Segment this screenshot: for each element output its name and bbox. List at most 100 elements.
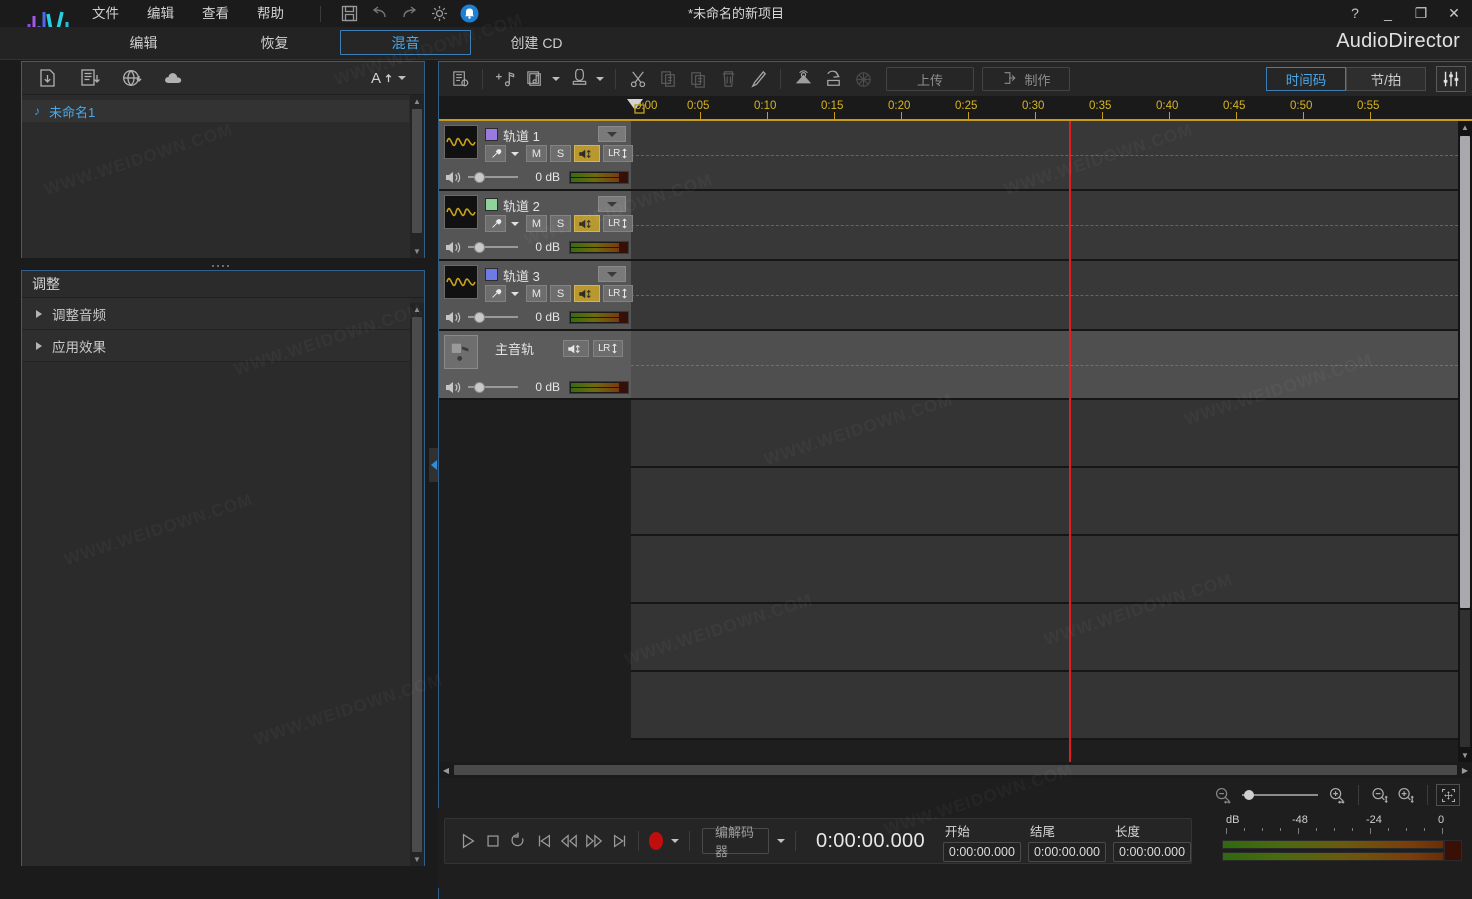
current-time-display[interactable]: 0:00:00.000 xyxy=(816,830,925,853)
track-lane-1[interactable] xyxy=(631,121,1458,191)
minimize-button[interactable]: _ xyxy=(1380,0,1396,27)
chevron-down-icon[interactable] xyxy=(511,151,519,156)
master-volume-speaker-icon[interactable] xyxy=(445,380,462,395)
track-solo-button[interactable]: S xyxy=(550,215,571,232)
empty-lane[interactable] xyxy=(631,468,1458,536)
save-icon[interactable] xyxy=(340,4,359,23)
record-target-icon[interactable] xyxy=(564,66,594,92)
export-track-icon[interactable] xyxy=(818,66,848,92)
import-from-list-icon[interactable] xyxy=(78,67,103,89)
add-audio-track-icon[interactable] xyxy=(490,66,520,92)
go-to-end-button[interactable] xyxy=(607,826,632,856)
timecode-mode-button[interactable]: 时间码 xyxy=(1266,67,1346,91)
slider-knob[interactable] xyxy=(1244,790,1254,800)
tab-create-cd[interactable]: 创建 CD xyxy=(471,30,602,55)
scroll-up-icon[interactable]: ▲ xyxy=(410,95,424,108)
rewind-button[interactable] xyxy=(556,826,581,856)
play-button[interactable] xyxy=(455,826,480,856)
scroll-track-lower[interactable] xyxy=(1460,610,1470,747)
scroll-left-icon[interactable]: ◀ xyxy=(439,763,453,777)
zoom-in-vertical-icon[interactable] xyxy=(1393,784,1419,806)
adjust-audio-section[interactable]: 调整音频 xyxy=(22,298,410,330)
master-track-header[interactable]: 主音轨 LR 0 dB xyxy=(439,331,631,400)
track-volume-slider[interactable] xyxy=(468,240,518,254)
chevron-down-icon[interactable] xyxy=(552,77,560,81)
zoom-slider[interactable] xyxy=(1242,788,1318,802)
chevron-down-icon[interactable] xyxy=(596,77,604,81)
import-media-icon[interactable] xyxy=(36,67,61,89)
empty-lane[interactable] xyxy=(631,672,1458,740)
menu-edit[interactable]: 编辑 xyxy=(133,0,188,27)
track-volume-envelope-button[interactable] xyxy=(574,215,600,232)
cut-scissors-icon[interactable] xyxy=(623,66,653,92)
help-button[interactable]: ? xyxy=(1347,0,1363,27)
empty-lane[interactable] xyxy=(631,604,1458,672)
playhead-handle[interactable] xyxy=(625,98,645,114)
scroll-down-icon[interactable]: ▼ xyxy=(1458,749,1472,762)
track-expand-button[interactable] xyxy=(598,266,626,282)
stop-button[interactable] xyxy=(480,826,505,856)
length-value[interactable]: 0:00:00.000 xyxy=(1113,841,1192,862)
track-header-1[interactable]: 轨道 1 M S LR 0 dB xyxy=(439,121,633,191)
master-volume-envelope-button[interactable] xyxy=(563,340,589,357)
track-volume-slider[interactable] xyxy=(468,310,518,324)
timeline-ruler[interactable]: 0:00 0:05 0:10 0:15 0:20 0:25 0:30 0:35 … xyxy=(439,97,1472,121)
timeline-vertical-scrollbar[interactable]: ▲ ▼ xyxy=(1458,121,1472,762)
scroll-up-icon[interactable]: ▲ xyxy=(1458,121,1472,134)
timeline-lanes[interactable] xyxy=(631,121,1458,762)
track-expand-button[interactable] xyxy=(598,126,626,142)
track-solo-button[interactable]: S xyxy=(550,145,571,162)
scroll-down-icon[interactable]: ▼ xyxy=(410,245,424,258)
empty-lane[interactable] xyxy=(631,400,1458,468)
mixer-faders-icon[interactable] xyxy=(1436,66,1466,92)
settings-gear-icon[interactable] xyxy=(430,4,449,23)
zoom-out-horizontal-icon[interactable] xyxy=(1210,784,1236,806)
beat-mode-button[interactable]: 节/拍 xyxy=(1346,67,1426,91)
chevron-down-icon[interactable] xyxy=(671,839,680,843)
scroll-track[interactable] xyxy=(454,765,1457,775)
cloud-icon[interactable] xyxy=(162,67,187,89)
go-to-start-button[interactable] xyxy=(531,826,556,856)
undo-icon[interactable] xyxy=(370,4,389,23)
tab-edit[interactable]: 编辑 xyxy=(78,30,209,55)
track-volume-speaker-icon[interactable] xyxy=(445,310,462,325)
maximize-button[interactable]: ❐ xyxy=(1413,0,1429,27)
track-mute-button[interactable]: M xyxy=(526,285,547,302)
loop-button[interactable] xyxy=(506,826,531,856)
text-size-control[interactable]: A xyxy=(371,70,410,87)
track-mute-button[interactable]: M xyxy=(526,145,547,162)
codec-button[interactable]: 编解码器 xyxy=(702,825,770,859)
scroll-down-icon[interactable]: ▼ xyxy=(410,853,424,866)
track-settings-icon[interactable] xyxy=(445,66,475,92)
zoom-in-horizontal-icon[interactable] xyxy=(1324,784,1350,806)
scroll-thumb[interactable] xyxy=(412,317,422,852)
track-volume-slider[interactable] xyxy=(468,170,518,184)
track-pan-button[interactable]: LR xyxy=(603,285,633,302)
menu-view[interactable]: 查看 xyxy=(188,0,243,27)
redo-icon[interactable] xyxy=(400,4,419,23)
apply-effects-section[interactable]: 应用效果 xyxy=(22,330,410,362)
capture-audio-icon[interactable] xyxy=(120,67,145,89)
track-color-swatch[interactable] xyxy=(485,268,498,281)
record-button[interactable] xyxy=(648,832,664,850)
slider-knob[interactable] xyxy=(474,241,485,253)
notification-bell-icon[interactable] xyxy=(460,4,479,23)
slider-knob[interactable] xyxy=(474,311,485,323)
menu-help[interactable]: 帮助 xyxy=(243,0,298,27)
start-value[interactable]: 0:00:00.000 xyxy=(942,841,1021,862)
slider-knob[interactable] xyxy=(474,381,485,393)
track-pan-button[interactable]: LR xyxy=(603,215,633,232)
track-expand-button[interactable] xyxy=(598,196,626,212)
menu-file[interactable]: 文件 xyxy=(78,0,133,27)
master-volume-slider[interactable] xyxy=(468,380,518,394)
track-header-3[interactable]: 轨道 3 M S LR 0 dB xyxy=(439,261,633,331)
track-input-mic-button[interactable] xyxy=(485,285,506,302)
track-lane-3[interactable] xyxy=(631,261,1458,331)
close-button[interactable]: ✕ xyxy=(1446,0,1462,27)
add-media-icon[interactable] xyxy=(520,66,550,92)
fast-forward-button[interactable] xyxy=(582,826,607,856)
fit-to-window-icon[interactable] xyxy=(1436,784,1460,806)
track-color-swatch[interactable] xyxy=(485,128,498,141)
scroll-thumb[interactable] xyxy=(454,765,1457,775)
scroll-up-icon[interactable]: ▲ xyxy=(410,303,424,316)
